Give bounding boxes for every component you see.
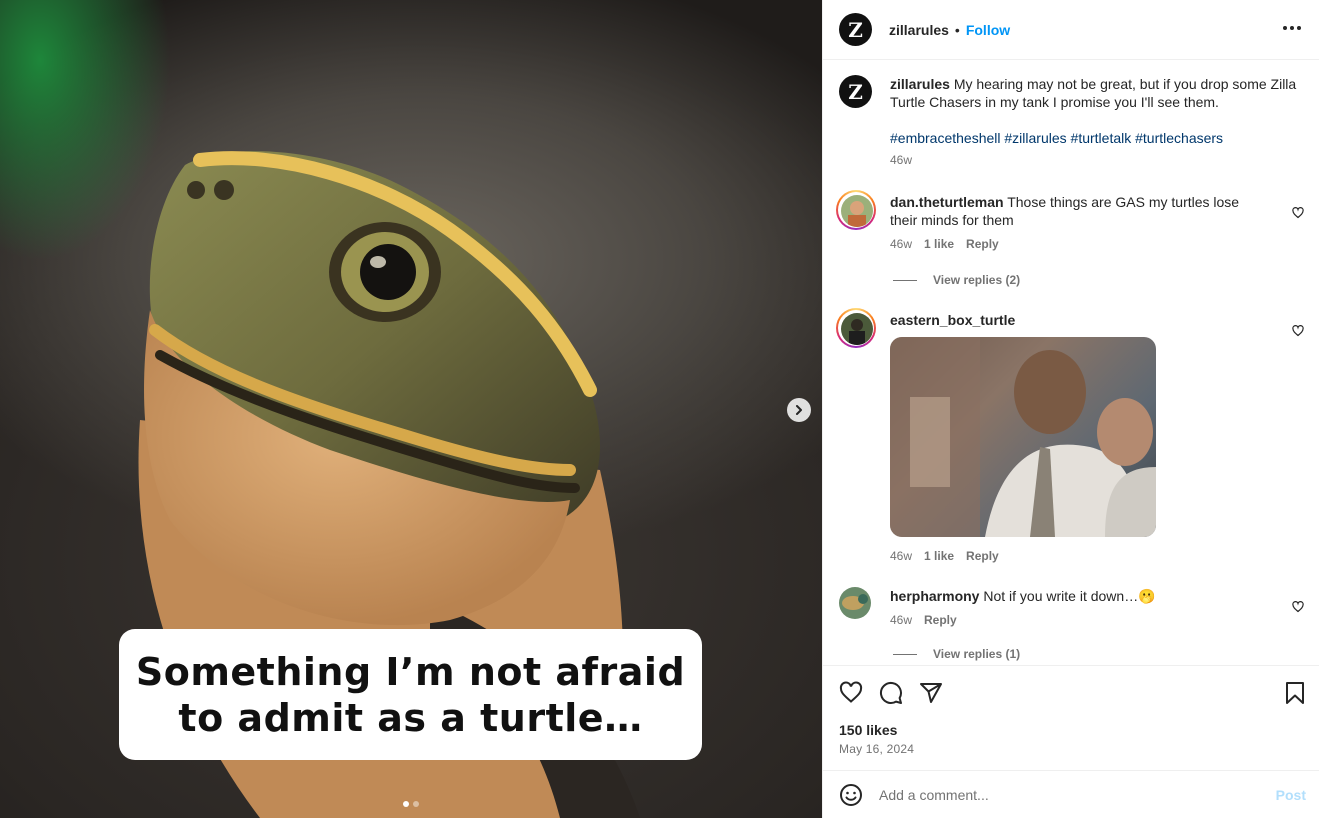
reply-button[interactable]: Reply <box>966 235 999 253</box>
carousel-dot <box>413 801 419 807</box>
comment-time[interactable]: 46w <box>890 547 912 565</box>
comment-likes[interactable]: 1 like <box>924 235 954 253</box>
post-header: Z zillarules • Follow <box>823 0 1319 60</box>
avatar-letter: Z <box>848 17 863 42</box>
follow-button[interactable]: Follow <box>966 22 1010 38</box>
comment-username[interactable]: herpharmony <box>890 588 979 604</box>
comment-item: dan.theturtleman Those things are GAS my… <box>836 190 1304 253</box>
post-date[interactable]: May 16, 2024 <box>839 742 914 756</box>
emoji-icon[interactable] <box>839 783 863 807</box>
heart-icon[interactable] <box>1292 601 1304 613</box>
image-caption-box: Something I’m not afraid to admit as a t… <box>119 629 702 760</box>
comments-list[interactable]: Z zillarules My hearing may not be great… <box>823 61 1319 665</box>
caption-text: My hearing may not be great, but if you … <box>890 76 1297 110</box>
separator-dot: • <box>954 21 960 38</box>
comment-item: herpharmony Not if you write it down…🫢 4… <box>839 587 1304 629</box>
comment-gif[interactable] <box>890 337 1156 537</box>
likes-count[interactable]: 150 likes <box>839 722 897 738</box>
comment-username[interactable]: eastern_box_turtle <box>890 312 1015 328</box>
comment-item: eastern_box_turtle 46w 1 like Reply <box>836 308 1304 565</box>
bookmark-icon[interactable] <box>1284 681 1306 705</box>
caption-username[interactable]: zillarules <box>890 76 950 92</box>
comment-input[interactable] <box>879 786 1259 803</box>
avatar-letter: Z <box>848 79 863 104</box>
more-options-icon[interactable] <box>1283 26 1301 30</box>
image-caption-text: Something I’m not afraid to admit as a t… <box>135 649 686 740</box>
avatar[interactable]: Z <box>839 75 872 108</box>
share-send-icon[interactable] <box>919 681 943 705</box>
heart-icon[interactable] <box>1292 207 1304 219</box>
post-comment-button[interactable]: Post <box>1276 787 1306 803</box>
view-replies-button[interactable]: View replies (2) <box>893 273 1020 287</box>
instagram-post-view: Something I’m not afraid to admit as a t… <box>0 0 1319 818</box>
avatar[interactable]: Z <box>839 13 872 46</box>
post-side-panel: Z zillarules • Follow Z zillarules My he… <box>822 0 1319 818</box>
gif-image <box>890 337 1156 537</box>
comment-time[interactable]: 46w <box>890 235 912 253</box>
avatar[interactable] <box>841 195 873 227</box>
chevron-right-icon <box>796 405 802 415</box>
caption-time[interactable]: 46w <box>890 151 912 169</box>
post-media: Something I’m not afraid to admit as a t… <box>0 0 822 818</box>
avatar[interactable] <box>839 587 871 619</box>
reply-button[interactable]: Reply <box>966 547 999 565</box>
post-actions: 150 likes May 16, 2024 <box>823 665 1319 770</box>
like-heart-icon[interactable] <box>839 681 863 705</box>
heart-icon[interactable] <box>1292 325 1304 337</box>
header-username[interactable]: zillarules <box>889 22 949 38</box>
post-caption: Z zillarules My hearing may not be great… <box>839 75 1304 169</box>
carousel-dots <box>403 801 419 807</box>
comment-text: Not if you write it down…🫢 <box>983 588 1156 604</box>
reply-button[interactable]: Reply <box>924 611 957 629</box>
comment-time[interactable]: 46w <box>890 611 912 629</box>
view-replies-button[interactable]: View replies (1) <box>893 647 1020 661</box>
comment-username[interactable]: dan.theturtleman <box>890 194 1004 210</box>
add-comment-bar: Post <box>823 770 1319 818</box>
comment-likes[interactable]: 1 like <box>924 547 954 565</box>
carousel-dot-active <box>403 801 409 807</box>
caption-hashtags[interactable]: #embracetheshell #zillarules #turtletalk… <box>890 129 1304 147</box>
avatar[interactable] <box>841 313 873 345</box>
comment-bubble-icon[interactable] <box>879 681 903 705</box>
next-slide-button[interactable] <box>787 398 811 422</box>
